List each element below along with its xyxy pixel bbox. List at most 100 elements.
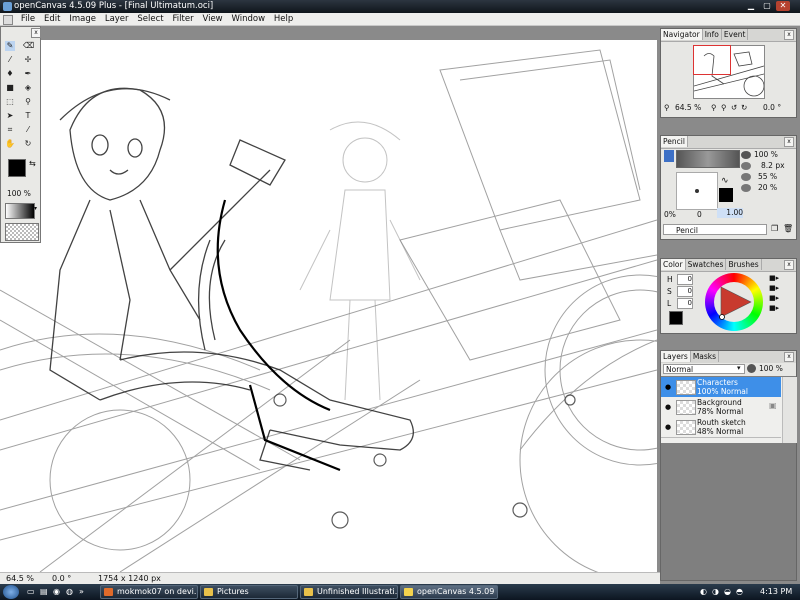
blend-mode-dropdown-icon[interactable]: ▾ [737, 364, 741, 372]
blend-mode-select[interactable]: Normal [663, 364, 745, 374]
brush-tool-icon[interactable]: ⁄ [5, 55, 15, 65]
taskbar-button-pictures[interactable]: Pictures [200, 585, 298, 599]
navigator-close-button[interactable]: x [784, 30, 794, 40]
tab-layers[interactable]: Layers [661, 351, 691, 362]
navigator-viewport-box[interactable] [693, 45, 731, 75]
tab-event[interactable]: Event [722, 29, 749, 40]
navigator-rotate-right-icon[interactable]: ↻ [741, 103, 747, 112]
quicklaunch-switch-windows-icon[interactable]: ▤ [40, 587, 48, 596]
menu-filter[interactable]: Filter [170, 13, 197, 25]
menu-window[interactable]: Window [229, 13, 269, 25]
color-panel-close-button[interactable]: x [784, 260, 794, 270]
opacity-knob-icon[interactable] [741, 151, 751, 159]
layer-opacity-knob-icon[interactable] [747, 364, 756, 373]
palette-close-button[interactable]: x [31, 28, 41, 38]
layer-lock-icon[interactable]: ▣ [769, 401, 777, 410]
blur-knob-icon[interactable] [741, 184, 751, 192]
maximize-button[interactable]: ▢ [760, 1, 774, 11]
pressure-max-value[interactable]: 1.00 [717, 208, 743, 218]
brush-stroke-preview[interactable] [676, 150, 740, 168]
menu-select[interactable]: Select [134, 13, 166, 25]
color-wheel[interactable] [705, 273, 763, 331]
texture-preview[interactable] [5, 223, 39, 241]
gradient-dropdown-icon[interactable]: ▾ [34, 205, 37, 212]
pencil-tool-icon[interactable]: ✎ [5, 41, 15, 51]
navigator-rotate-left-icon[interactable]: ↺ [731, 103, 737, 112]
watercolor-tool-icon[interactable]: ♦ [5, 69, 15, 79]
brush-panel-close-button[interactable]: x [784, 137, 794, 147]
tab-pencil[interactable]: Pencil [661, 136, 688, 147]
tab-info[interactable]: Info [703, 29, 722, 40]
delete-preset-icon[interactable]: 🗑 [783, 224, 793, 233]
marker-tool-icon[interactable]: ✒ [23, 69, 33, 79]
navigator-zoom-out-icon[interactable]: ⚲ [664, 103, 670, 112]
navigator-zoom-in-icon[interactable]: ⚲ [711, 103, 717, 112]
menu-edit[interactable]: Edit [41, 13, 63, 25]
menu-layer[interactable]: Layer [102, 13, 132, 25]
eyedropper-tool-icon[interactable]: ⁄ [23, 125, 33, 135]
layer-visibility-eye-icon[interactable]: ● [665, 383, 671, 391]
layer-visibility-eye-icon[interactable]: ● [665, 423, 671, 431]
blur-tool-icon[interactable]: ◈ [23, 83, 33, 93]
tray-network-icon[interactable]: ◐ [700, 587, 707, 596]
color-mode-icons[interactable]: ■▸ ■▸ ■▸ ■▸ [769, 273, 779, 313]
color-triangle[interactable] [705, 273, 763, 331]
drawing-canvas[interactable] [0, 40, 657, 572]
pressure-curve-icon[interactable]: ∿ [721, 176, 729, 186]
layer-row-characters[interactable]: ● Characters 100% Normal [661, 377, 781, 398]
tab-brushes[interactable]: Brushes [726, 259, 762, 270]
saturation-value[interactable]: 0 [677, 286, 693, 297]
layer-row-rough-sketch[interactable]: ● Routh sketch 48% Normal [661, 417, 781, 438]
fill-tool-icon[interactable]: ■ [5, 83, 15, 93]
foreground-color-swatch[interactable] [8, 159, 26, 177]
quicklaunch-show-desktop-icon[interactable]: ▭ [27, 587, 35, 596]
layer-scrollbar[interactable] [782, 377, 797, 443]
taskbar-button-deviantart[interactable]: mokmok07 on devi... [100, 585, 198, 599]
document-icon[interactable] [3, 15, 13, 25]
navigator-fit-icon[interactable]: ⚲ [721, 103, 727, 112]
rotate-tool-icon[interactable]: ↻ [23, 139, 33, 149]
menu-image[interactable]: Image [66, 13, 99, 25]
taskbar-button-opencanvas[interactable]: openCanvas 4.5.09 ... [400, 585, 498, 599]
menu-file[interactable]: File [18, 13, 38, 25]
taskbar-clock[interactable]: 4:13 PM [760, 587, 792, 596]
start-button[interactable] [3, 585, 19, 599]
tab-navigator[interactable]: Navigator [661, 29, 703, 40]
tab-masks[interactable]: Masks [691, 351, 720, 362]
tray-security-icon[interactable]: ◓ [736, 587, 743, 596]
airbrush-tool-icon[interactable]: ✢ [23, 55, 33, 65]
layer-visibility-eye-icon[interactable]: ● [665, 403, 671, 411]
size-knob-icon[interactable] [741, 162, 751, 170]
text-tool-icon[interactable]: T [23, 111, 33, 121]
zoom-tool-icon[interactable]: ⚲ [23, 97, 33, 107]
current-color-swatch[interactable] [669, 311, 683, 325]
menu-help[interactable]: Help [271, 13, 296, 25]
quicklaunch-browser-icon[interactable]: ◉ [53, 587, 60, 596]
quicklaunch-more-icon[interactable]: » [79, 587, 84, 596]
brush-color-swatch[interactable] [719, 188, 733, 202]
gradient-preview[interactable] [5, 203, 35, 219]
new-preset-icon[interactable]: ❐ [771, 224, 778, 233]
select-rect-tool-icon[interactable]: ⬚ [5, 97, 15, 107]
crop-tool-icon[interactable]: ⌗ [5, 125, 15, 135]
tab-color[interactable]: Color [661, 259, 686, 270]
quicklaunch-media-icon[interactable]: ◍ [66, 587, 73, 596]
close-button[interactable]: ✕ [776, 1, 790, 11]
layers-panel-close-button[interactable]: x [784, 352, 794, 362]
tab-swatches[interactable]: Swatches [686, 259, 727, 270]
move-tool-icon[interactable]: ➤ [5, 111, 15, 121]
layer-row-background[interactable]: ● Background 78% Normal ▣ [661, 397, 781, 418]
eraser-tool-icon[interactable]: ⌫ [23, 41, 34, 51]
tray-volume-icon[interactable]: ◑ [712, 587, 719, 596]
tray-tablet-icon[interactable]: ◒ [724, 587, 731, 596]
brush-preset-name[interactable]: Pencil [663, 224, 767, 235]
hand-tool-icon[interactable]: ✋ [5, 139, 15, 149]
menu-view[interactable]: View [199, 13, 225, 25]
density-knob-icon[interactable] [741, 173, 751, 181]
hue-value[interactable]: 0 [677, 274, 693, 285]
taskbar-button-unfinished[interactable]: Unfinished Illustrati... [300, 585, 398, 599]
minimize-button[interactable]: ▁ [744, 1, 758, 11]
swap-colors-icon[interactable]: ⇆ [29, 159, 36, 168]
brush-type-icon[interactable] [664, 150, 674, 162]
lightness-value[interactable]: 0 [677, 298, 693, 309]
